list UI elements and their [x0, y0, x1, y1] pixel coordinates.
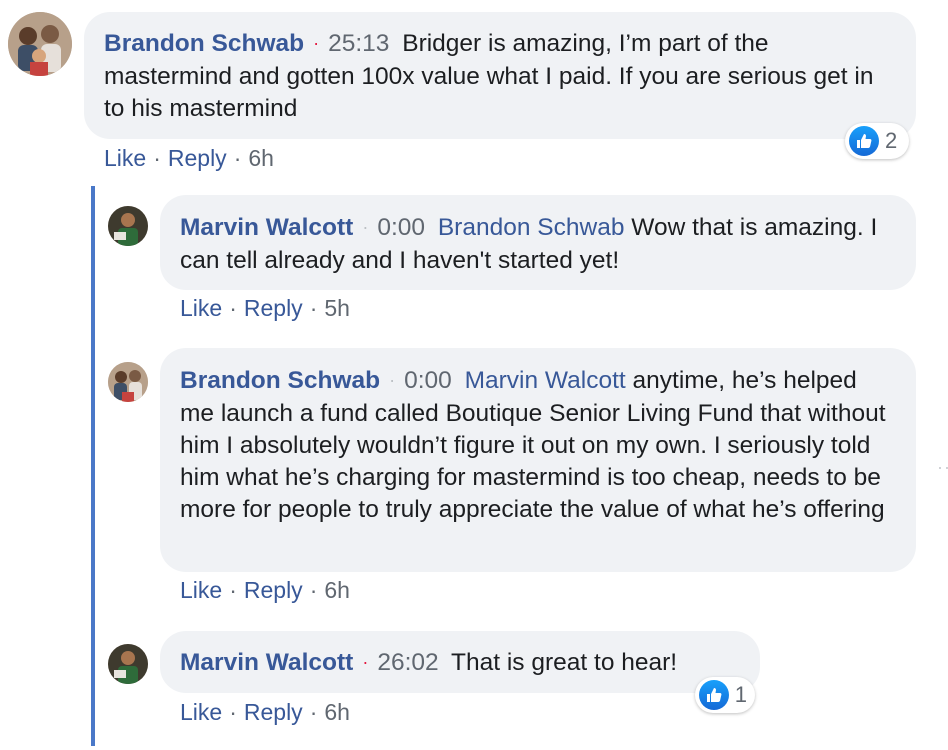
reply-bubble: Marvin Walcott · 26:02 That is great to he… [160, 631, 760, 693]
separator-dot: · [229, 577, 237, 603]
separator-dot: · [309, 699, 318, 725]
reply-button[interactable]: Reply [168, 145, 227, 171]
comment-age[interactable]: 6h [248, 145, 274, 171]
timestamp[interactable]: 26:02 [377, 649, 438, 676]
separator-dot: · [389, 370, 396, 390]
separator-dot: · [309, 577, 318, 603]
avatar[interactable] [8, 12, 72, 76]
avatar[interactable] [108, 644, 148, 684]
comment-author-link[interactable]: Brandon Schwab [104, 30, 304, 57]
like-button[interactable]: Like [180, 577, 222, 603]
comment-bubble: Brandon Schwab · 25:13 Bridger is amazing,… [84, 12, 916, 139]
separator-dot: · [309, 295, 318, 321]
reaction-count[interactable]: 1 [695, 677, 755, 713]
separator-dot: · [362, 652, 369, 672]
comment-text: That is great to hear! [451, 649, 678, 676]
like-thumbs-up-icon [849, 126, 879, 156]
like-button[interactable]: Like [104, 145, 146, 171]
timestamp[interactable]: 0:00 [404, 367, 452, 394]
reply-thread-line [91, 186, 95, 746]
reply-button[interactable]: Reply [244, 295, 303, 321]
comment-actions: Like · Reply · 6h [180, 576, 350, 604]
more-dots-icon[interactable]: ·· [937, 457, 948, 478]
comment-author-link[interactable]: Marvin Walcott [180, 214, 353, 241]
timestamp[interactable]: 25:13 [328, 30, 389, 57]
reaction-count[interactable]: 2 [845, 123, 909, 159]
comment-age[interactable]: 6h [324, 577, 350, 603]
reply-button[interactable]: Reply [244, 699, 303, 725]
separator-dot: · [233, 145, 242, 171]
avatar[interactable] [108, 206, 148, 246]
comment-actions: Like · Reply · 5h [180, 294, 350, 322]
separator-dot: · [153, 145, 161, 171]
like-button[interactable]: Like [180, 295, 222, 321]
reaction-count-number: 2 [885, 128, 898, 153]
mention-link[interactable]: Marvin Walcott [465, 367, 626, 394]
separator-dot: · [313, 33, 320, 53]
comment-author-link[interactable]: Marvin Walcott [180, 649, 353, 676]
reply-bubble: Brandon Schwab · 0:00 Marvin Walcott anyti… [160, 348, 916, 572]
reaction-count-number: 1 [734, 682, 747, 707]
comment-age[interactable]: 5h [324, 295, 350, 321]
separator-dot: · [362, 217, 369, 237]
avatar[interactable] [108, 362, 148, 402]
comment-actions: Like · Reply · 6h [104, 144, 274, 172]
comment-actions: Like · Reply · 6h [180, 698, 350, 726]
separator-dot: · [229, 699, 237, 725]
timestamp[interactable]: 0:00 [377, 214, 425, 241]
comment-author-link[interactable]: Brandon Schwab [180, 367, 380, 394]
mention-link[interactable]: Brandon Schwab [438, 214, 625, 241]
like-button[interactable]: Like [180, 699, 222, 725]
separator-dot: · [229, 295, 237, 321]
reply-button[interactable]: Reply [244, 577, 303, 603]
like-thumbs-up-icon [699, 680, 729, 710]
reply-bubble: Marvin Walcott · 0:00 Brandon Schwab Wow t… [160, 195, 916, 290]
comment-age[interactable]: 6h [324, 699, 350, 725]
